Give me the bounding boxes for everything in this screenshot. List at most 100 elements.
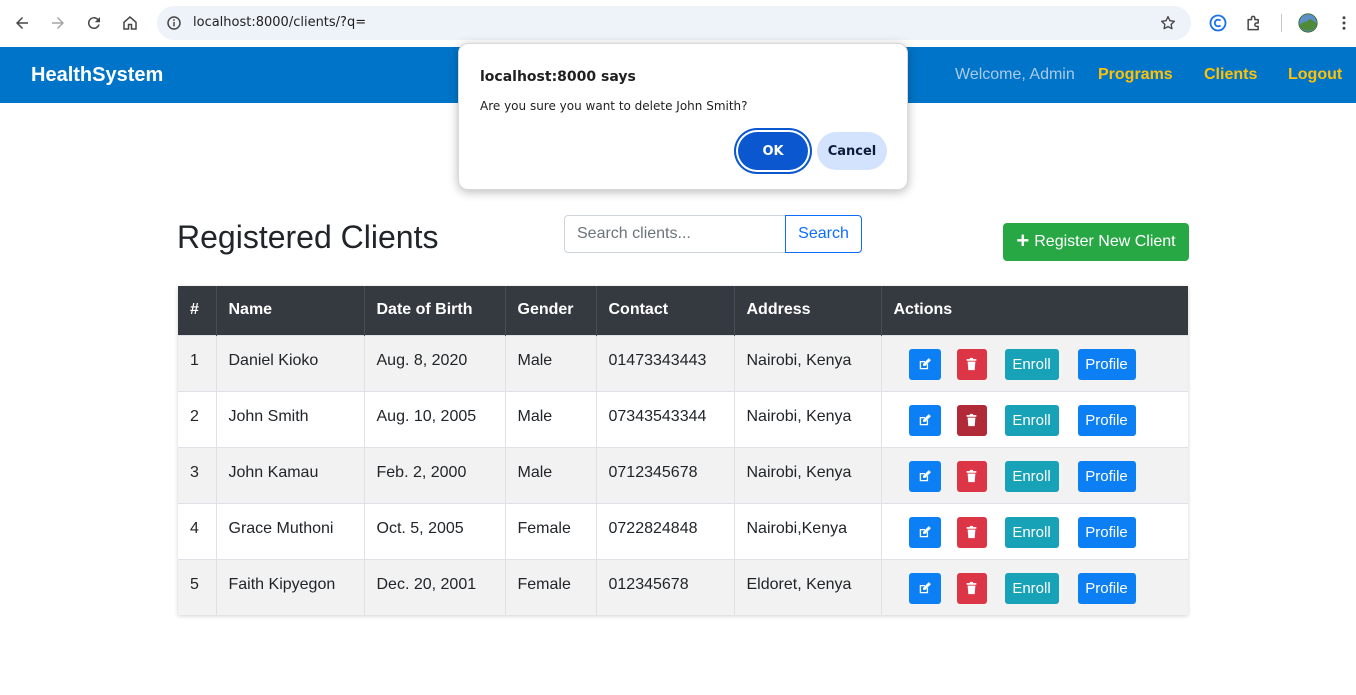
- cell-address: Eldoret, Kenya: [734, 558, 882, 615]
- header-name: Name: [216, 286, 365, 335]
- extension-c-icon[interactable]: [1207, 12, 1229, 34]
- cell-address: Nairobi, Kenya: [734, 334, 882, 391]
- cell-contact: 0712345678: [596, 446, 735, 503]
- cell-number: 2: [178, 390, 217, 447]
- star-icon[interactable]: [1159, 14, 1177, 32]
- profile-avatar-icon[interactable]: [1297, 12, 1319, 34]
- arrow-left-icon: [16, 17, 28, 29]
- delete-button[interactable]: [956, 404, 987, 436]
- cell-name: Faith Kipyegon: [216, 558, 365, 615]
- cell-contact: 01473343443: [596, 334, 735, 391]
- enroll-button[interactable]: Enroll: [1004, 572, 1059, 604]
- reload-icon: [87, 17, 100, 30]
- nav-link-clients[interactable]: Clients: [1204, 66, 1257, 84]
- edit-icon: [919, 358, 931, 370]
- browser-toolbar: localhost:8000/clients/?q=: [0, 0, 1356, 47]
- cell-number: 3: [178, 446, 217, 503]
- profile-button[interactable]: Profile: [1077, 348, 1136, 380]
- search-button[interactable]: Search: [785, 215, 862, 253]
- dialog-message: Are you sure you want to delete John Smi…: [480, 99, 748, 113]
- register-client-button[interactable]: + Register New Client: [1003, 223, 1189, 261]
- cell-name: John Kamau: [216, 446, 365, 503]
- reload-button[interactable]: [81, 10, 107, 36]
- cell-name: John Smith: [216, 390, 365, 447]
- header-contact: Contact: [596, 286, 735, 335]
- cell-gender: Male: [505, 334, 597, 391]
- cancel-button[interactable]: Cancel: [817, 132, 887, 170]
- delete-button[interactable]: [956, 348, 987, 380]
- search-input[interactable]: [564, 215, 786, 253]
- cell-address: Nairobi, Kenya: [734, 446, 882, 503]
- enroll-button[interactable]: Enroll: [1004, 460, 1059, 492]
- home-icon: [123, 16, 137, 30]
- cell-name: Daniel Kioko: [216, 334, 365, 391]
- info-icon[interactable]: [165, 14, 183, 32]
- cell-contact: 0722824848: [596, 502, 735, 559]
- cell-contact: 07343543344: [596, 390, 735, 447]
- home-button[interactable]: [117, 10, 143, 36]
- enroll-button[interactable]: Enroll: [1004, 348, 1059, 380]
- forward-button[interactable]: [45, 10, 71, 36]
- trash-icon: [966, 469, 977, 483]
- cell-contact: 012345678: [596, 558, 735, 615]
- profile-button[interactable]: Profile: [1077, 460, 1136, 492]
- cell-gender: Female: [505, 502, 597, 559]
- back-button[interactable]: [9, 10, 35, 36]
- trash-icon: [966, 525, 977, 539]
- profile-button[interactable]: Profile: [1077, 516, 1136, 548]
- header-number: #: [178, 286, 217, 335]
- cell-address: Nairobi,Kenya: [734, 502, 882, 559]
- address-bar[interactable]: localhost:8000/clients/?q=: [157, 6, 1191, 40]
- cell-dob: Aug. 8, 2020: [364, 334, 506, 391]
- edit-button[interactable]: [908, 348, 941, 380]
- profile-button[interactable]: Profile: [1077, 404, 1136, 436]
- cell-actions: Enroll Profile: [881, 502, 1188, 559]
- enroll-button[interactable]: Enroll: [1004, 404, 1059, 436]
- trash-icon: [966, 357, 977, 371]
- nav-link-programs[interactable]: Programs: [1098, 66, 1173, 84]
- nav-link-logout[interactable]: Logout: [1288, 66, 1342, 84]
- enroll-button[interactable]: Enroll: [1004, 516, 1059, 548]
- delete-button[interactable]: [956, 516, 987, 548]
- header-address: Address: [734, 286, 882, 335]
- register-client-label: Register New Client: [1034, 233, 1176, 250]
- welcome-text: Welcome, Admin: [955, 66, 1075, 83]
- table-row: 4 Grace Muthoni Oct. 5, 2005 Female 0722…: [178, 502, 1188, 559]
- ok-button[interactable]: OK: [738, 132, 808, 170]
- edit-button[interactable]: [908, 460, 941, 492]
- cell-actions: Enroll Profile: [881, 334, 1188, 391]
- plus-icon: +: [1016, 228, 1030, 253]
- header-gender: Gender: [505, 286, 597, 335]
- delete-button[interactable]: [956, 572, 987, 604]
- profile-button[interactable]: Profile: [1077, 572, 1136, 604]
- cell-actions: Enroll Profile: [881, 390, 1188, 447]
- edit-button[interactable]: [908, 572, 941, 604]
- brand-logo[interactable]: HealthSystem: [31, 64, 163, 87]
- puzzle-icon[interactable]: [1243, 12, 1265, 34]
- table-row: 3 John Kamau Feb. 2, 2000 Male 071234567…: [178, 446, 1188, 503]
- edit-icon: [919, 414, 931, 426]
- edit-icon: [919, 582, 931, 594]
- trash-icon: [966, 413, 977, 427]
- cell-number: 4: [178, 502, 217, 559]
- edit-button[interactable]: [908, 516, 941, 548]
- header-actions: Actions: [881, 286, 1188, 335]
- cell-actions: Enroll Profile: [881, 558, 1188, 615]
- delete-button[interactable]: [956, 460, 987, 492]
- cell-dob: Aug. 10, 2005: [364, 390, 506, 447]
- edit-icon: [919, 470, 931, 482]
- dialog-title: localhost:8000 says: [480, 69, 636, 85]
- edit-button[interactable]: [908, 404, 941, 436]
- header-dob: Date of Birth: [364, 286, 506, 335]
- cell-gender: Female: [505, 558, 597, 615]
- cell-dob: Oct. 5, 2005: [364, 502, 506, 559]
- url-text[interactable]: localhost:8000/clients/?q=: [193, 15, 366, 30]
- menu-kebab-icon[interactable]: [1333, 12, 1355, 34]
- cell-dob: Dec. 20, 2001: [364, 558, 506, 615]
- table-header-row: # Name Date of Birth Gender Contact Addr…: [178, 286, 1188, 335]
- table-row: 2 John Smith Aug. 10, 2005 Male 07343543…: [178, 390, 1188, 447]
- cell-number: 5: [178, 558, 217, 615]
- cell-address: Nairobi, Kenya: [734, 390, 882, 447]
- edit-icon: [919, 526, 931, 538]
- cell-actions: Enroll Profile: [881, 446, 1188, 503]
